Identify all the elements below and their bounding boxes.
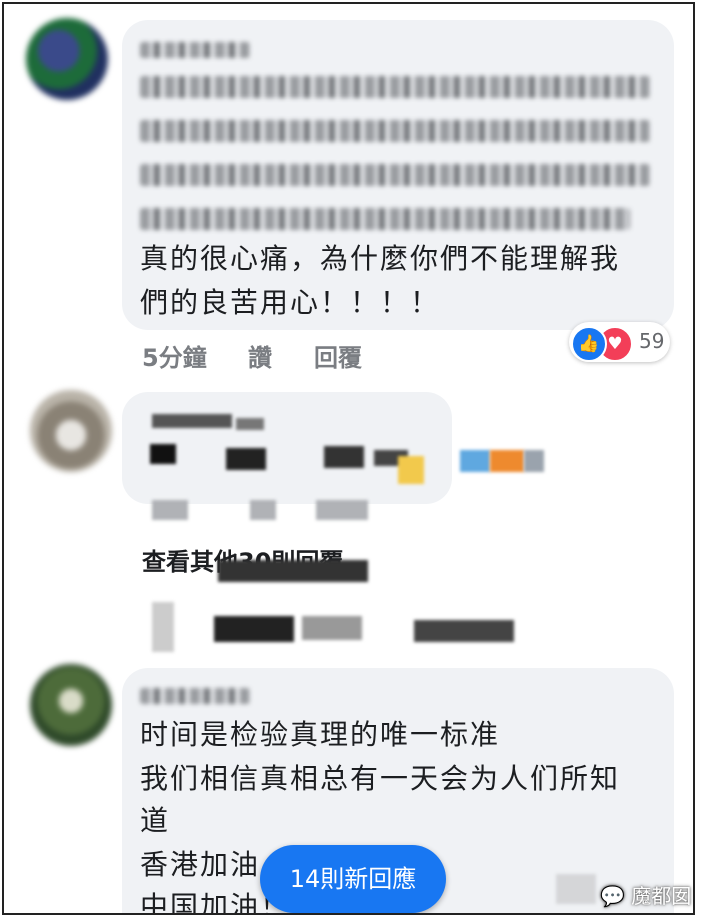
commenter-name-blurred[interactable] bbox=[140, 688, 250, 704]
watermark: 💬 魔都囡 bbox=[600, 880, 691, 909]
redacted-emoji bbox=[490, 450, 524, 472]
like-button[interactable]: 讚 bbox=[248, 338, 272, 373]
redacted-text bbox=[140, 120, 650, 142]
avatar[interactable] bbox=[30, 664, 112, 746]
redacted-text bbox=[218, 560, 368, 582]
comment-text-line: 們的良苦用心！！！！ bbox=[140, 286, 441, 319]
comment-text-line: 我们相信真相总有一天会为人们所知 bbox=[140, 762, 621, 795]
redacted-text bbox=[140, 164, 650, 186]
redacted-text bbox=[140, 208, 630, 230]
redacted-emoji bbox=[398, 456, 424, 484]
commenter-name-blurred[interactable] bbox=[140, 42, 250, 58]
screenshot-frame: 真的很心痛，為什麼你們不能理解我 們的良苦用心！！！！ 5分鐘 讚 回覆 👍 ♥… bbox=[2, 2, 695, 915]
redacted-text bbox=[324, 446, 364, 468]
comment-text-line: 真的很心痛，為什麼你們不能理解我 bbox=[140, 242, 621, 275]
comment-text-line: 时间是检验真理的唯一标准 bbox=[140, 718, 501, 751]
comment-timestamp: 5分鐘 bbox=[142, 344, 207, 372]
comment-text-line: 道 bbox=[140, 804, 171, 837]
reply-button[interactable]: 回覆 bbox=[314, 338, 362, 373]
redacted-meta bbox=[250, 500, 276, 520]
redacted-text bbox=[140, 76, 650, 98]
redacted-text bbox=[556, 874, 596, 904]
redacted-text bbox=[150, 444, 176, 464]
redacted-meta bbox=[316, 500, 368, 520]
redacted-emoji bbox=[524, 450, 544, 472]
reaction-count: 59 bbox=[639, 329, 665, 353]
redacted-text bbox=[226, 448, 266, 470]
thumbs-up-icon: 👍 bbox=[571, 326, 607, 362]
new-replies-button[interactable]: 14則新回應 bbox=[260, 845, 446, 913]
redacted-text bbox=[152, 414, 232, 428]
redacted-reply bbox=[302, 616, 362, 640]
avatar[interactable] bbox=[26, 18, 108, 100]
comment-bubble: 真的很心痛，為什麼你們不能理解我 們的良苦用心！！！！ bbox=[122, 20, 674, 330]
redacted-reply bbox=[414, 620, 514, 642]
wechat-icon: 💬 bbox=[600, 884, 625, 908]
redacted-emoji bbox=[460, 450, 490, 472]
redacted-meta bbox=[152, 500, 188, 520]
comment-text-line: 香港加油 bbox=[140, 848, 261, 881]
reaction-summary[interactable]: 👍 ♥ 59 bbox=[569, 322, 670, 362]
avatar[interactable] bbox=[30, 390, 112, 472]
watermark-text: 魔都囡 bbox=[631, 884, 692, 908]
redacted-text bbox=[236, 418, 264, 430]
redacted-reply bbox=[214, 616, 294, 642]
redacted-reply bbox=[152, 602, 174, 652]
